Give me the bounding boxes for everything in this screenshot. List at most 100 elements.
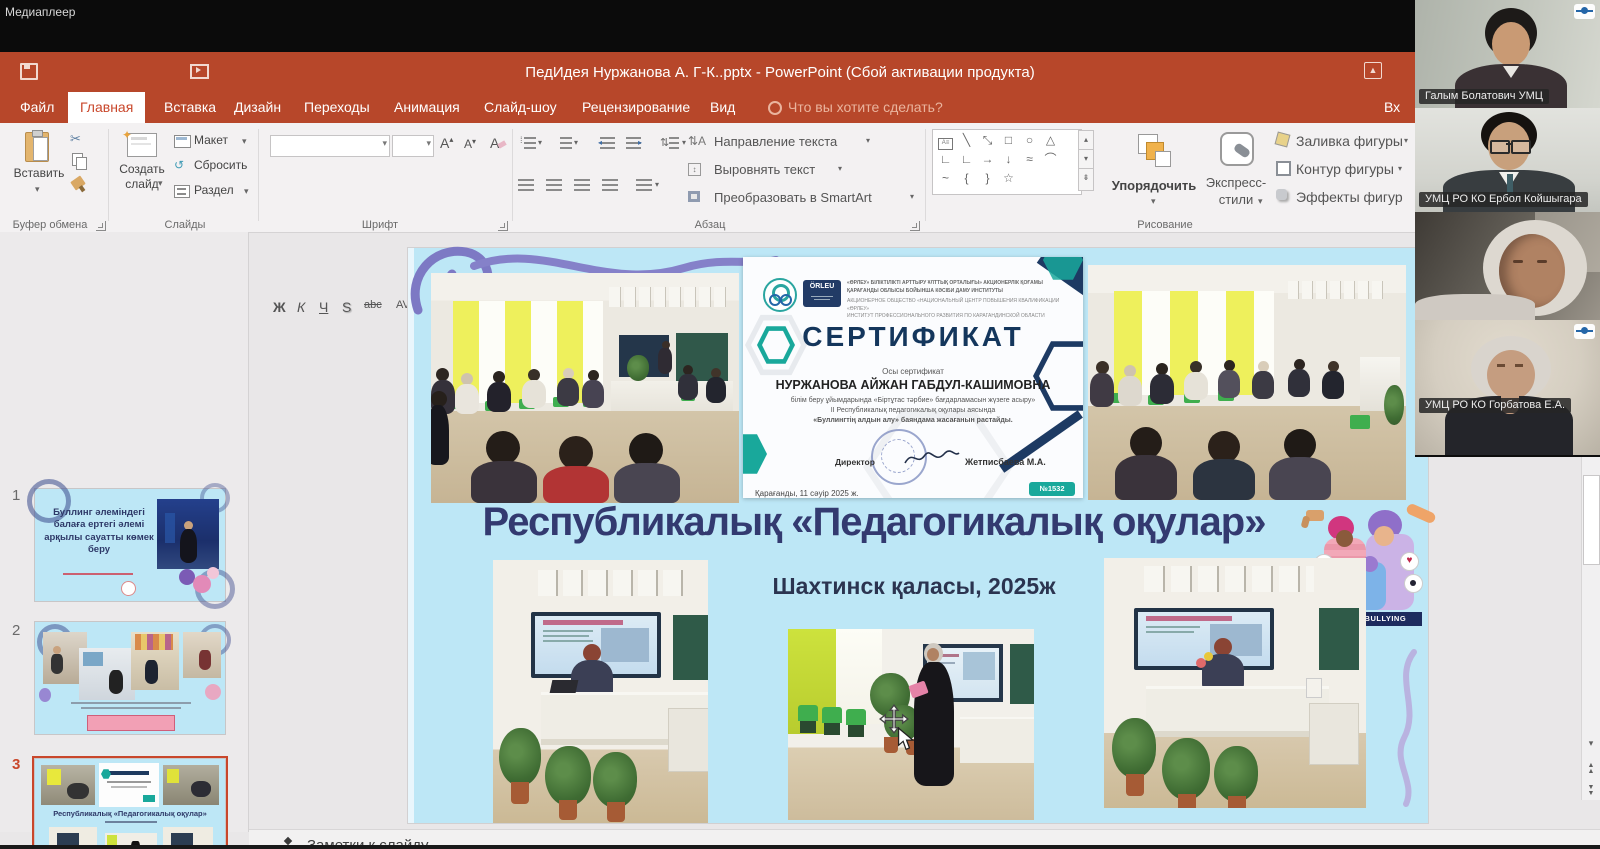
bold-button[interactable]: Ж <box>273 299 286 315</box>
sign-in-label[interactable]: Вх <box>1372 92 1412 123</box>
shapes-scroll-up-icon[interactable]: ▴ <box>1078 130 1094 151</box>
scroll-down-icon[interactable]: ▾ <box>1582 738 1600 749</box>
save-icon[interactable] <box>20 63 38 80</box>
underline-button[interactable]: Ч <box>319 299 328 315</box>
strikethrough-button[interactable]: abc <box>364 299 382 311</box>
shape-elbow-icon[interactable]: ∟ <box>935 150 956 169</box>
shape-brace-left-icon[interactable]: { <box>956 169 977 188</box>
slide-subtitle[interactable]: Шахтинск қаласы, 2025ж <box>754 573 1074 600</box>
slide-scrollbar[interactable]: ▾ ▲▲ ▼▼ <box>1581 455 1600 800</box>
shape-rectangle-icon[interactable]: □ <box>998 131 1019 150</box>
grow-font-button[interactable]: A▴ <box>440 135 453 151</box>
align-right-button[interactable] <box>574 179 591 192</box>
tab-animations[interactable]: Анимация <box>382 92 472 123</box>
section-icon <box>174 185 190 198</box>
slide-2-thumbnail[interactable] <box>35 622 225 734</box>
tab-review[interactable]: Рецензирование <box>570 92 702 123</box>
decrease-indent-button[interactable]: ◂ <box>600 137 616 150</box>
shape-outline-button[interactable]: Контур фигуры ▾ <box>1276 161 1416 178</box>
previous-slide-icon[interactable]: ▲▲ <box>1582 763 1600 775</box>
shapes-gallery[interactable]: A≡╲⤡□○△∟∟→↓≈⌒~{}☆ <box>932 129 1082 195</box>
tab-file[interactable]: Файл <box>8 92 66 123</box>
shape-right-arrow-icon[interactable]: → <box>977 150 998 169</box>
photo-presentation-right[interactable] <box>1104 558 1366 808</box>
text-shadow-button[interactable]: S <box>342 299 351 315</box>
paste-button[interactable]: Вставить ▾ <box>10 130 68 216</box>
media-player-title: Медиаплеер <box>5 5 75 19</box>
bullets-button[interactable]: ⁞ ▾ <box>520 137 536 150</box>
start-slideshow-icon[interactable] <box>190 64 209 79</box>
font-size-combobox[interactable] <box>392 135 434 157</box>
justify-button[interactable] <box>602 179 619 192</box>
scrollbar-thumb[interactable] <box>1583 475 1600 565</box>
new-slide-button[interactable]: ✦ Создать слайд ▾ <box>114 130 170 216</box>
reset-button[interactable]: ↺ Сбросить <box>174 158 254 176</box>
cut-icon[interactable]: ✂ <box>70 131 81 147</box>
font-dialog-launcher-icon[interactable] <box>498 221 508 231</box>
align-center-button[interactable] <box>546 179 563 192</box>
tab-slideshow[interactable]: Слайд-шоу <box>472 92 569 123</box>
tab-view[interactable]: Вид <box>698 92 747 123</box>
section-button[interactable]: Раздел ▾ <box>174 183 254 201</box>
participant-video-1[interactable]: Галым Болатович УМЦ <box>1415 0 1600 110</box>
ribbon-display-options-icon[interactable]: ▲ <box>1364 62 1382 79</box>
shrink-font-button[interactable]: A▾ <box>464 137 476 151</box>
layout-button[interactable]: Макет ▾ <box>174 133 254 151</box>
shape-arc-icon[interactable]: ⌒ <box>1040 150 1061 169</box>
columns-button[interactable]: ▾ <box>636 179 653 192</box>
shape-oval-icon[interactable]: ○ <box>1019 131 1040 150</box>
photo-classroom-circle-right[interactable] <box>1088 265 1406 500</box>
italic-button[interactable]: К <box>297 299 305 315</box>
line-spacing-button[interactable]: ⇅▾ <box>660 137 680 150</box>
participant-video-3[interactable] <box>1415 212 1600 322</box>
participant-video-2[interactable]: УМЦ РО КО Ербол Койшыгара <box>1415 108 1600 214</box>
participant-video-4[interactable]: УМЦ РО КО Горбатова Е.А. <box>1415 320 1600 457</box>
shape-triangle-icon[interactable]: △ <box>1040 131 1061 150</box>
notes-collapse-icon[interactable] <box>284 837 292 845</box>
shape-scribble-icon[interactable]: ≈ <box>1019 150 1040 169</box>
photo-presenter-standing[interactable] <box>788 629 1034 820</box>
photo-classroom-circle-left[interactable] <box>431 273 739 503</box>
next-slide-icon[interactable]: ▼▼ <box>1582 785 1600 797</box>
format-painter-icon[interactable] <box>70 175 86 190</box>
align-text-button[interactable]: ↕ Выровнять текст ▾ <box>688 162 908 178</box>
slide-canvas[interactable]: ÖRLEU «ӨРЛЕУ» БІЛІКТІЛІКТІ АРТТЫРУ ҰЛТТЫ… <box>408 248 1428 823</box>
arrange-button[interactable]: Упорядочить ▾ <box>1108 130 1200 216</box>
shape-down-arrow-icon[interactable]: ↓ <box>998 150 1019 169</box>
quick-styles-button[interactable]: Экспресс-стили ▾ <box>1198 130 1274 216</box>
shape-fill-button[interactable]: Заливка фигуры ▾ <box>1276 133 1416 150</box>
tab-design[interactable]: Дизайн <box>222 92 293 123</box>
clipboard-dialog-launcher-icon[interactable] <box>96 221 106 231</box>
text-direction-button[interactable]: ⇅A Направление текста ▾ <box>688 134 908 150</box>
slide-1-thumbnail[interactable]: Буллинг әлеміндегі балаға ертегі әлемі а… <box>35 489 225 601</box>
numbering-button[interactable]: ▾ <box>556 137 572 150</box>
paragraph-dialog-launcher-icon[interactable] <box>910 221 920 231</box>
align-left-button[interactable] <box>518 179 535 192</box>
copy-icon[interactable] <box>72 153 83 166</box>
clear-formatting-button[interactable]: A <box>490 135 499 151</box>
slide-3-thumbnail[interactable]: Республикалық «Педагогикалық оқулар» <box>35 759 225 849</box>
shape-curve-icon[interactable]: ~ <box>935 169 956 188</box>
shape-effects-button[interactable]: Эффекты фигур <box>1276 189 1416 206</box>
font-name-combobox[interactable] <box>270 135 390 157</box>
certificate-image[interactable]: ÖRLEU «ӨРЛЕУ» БІЛІКТІЛІКТІ АРТТЫРУ ҰЛТТЫ… <box>743 257 1083 498</box>
tab-insert[interactable]: Вставка <box>152 92 228 123</box>
shapes-more-icon[interactable]: ⇟ <box>1078 168 1094 191</box>
increase-indent-button[interactable]: ▸ <box>626 137 642 150</box>
slide-1-title: Буллинг әлеміндегі балаға ертегі әлемі а… <box>41 507 157 556</box>
tell-me-box[interactable]: Что вы хотите сделать? <box>776 92 955 123</box>
photo-presentation-left[interactable] <box>493 560 708 823</box>
shape-arrow-icon[interactable]: ⤡ <box>977 131 998 150</box>
shape-brace-right-icon[interactable]: } <box>977 169 998 188</box>
shape-line-icon[interactable]: ╲ <box>956 131 977 150</box>
slide-title[interactable]: Республикалық «Педагогикалық оқулар» <box>434 500 1314 545</box>
shape-textbox-icon[interactable]: A≡ <box>935 131 956 150</box>
quick-styles-icon <box>1220 132 1254 166</box>
shape-elbow-arrow-icon[interactable]: ∟ <box>956 150 977 169</box>
shape-effects-label: Эффекты фигур <box>1296 189 1403 205</box>
shape-star-icon[interactable]: ☆ <box>998 169 1019 188</box>
shapes-scroll-down-icon[interactable]: ▾ <box>1078 149 1094 170</box>
tab-transitions[interactable]: Переходы <box>292 92 382 123</box>
tab-home[interactable]: Главная <box>68 92 145 123</box>
convert-smartart-button[interactable]: Преобразовать в SmartArt ▾ <box>688 190 923 206</box>
